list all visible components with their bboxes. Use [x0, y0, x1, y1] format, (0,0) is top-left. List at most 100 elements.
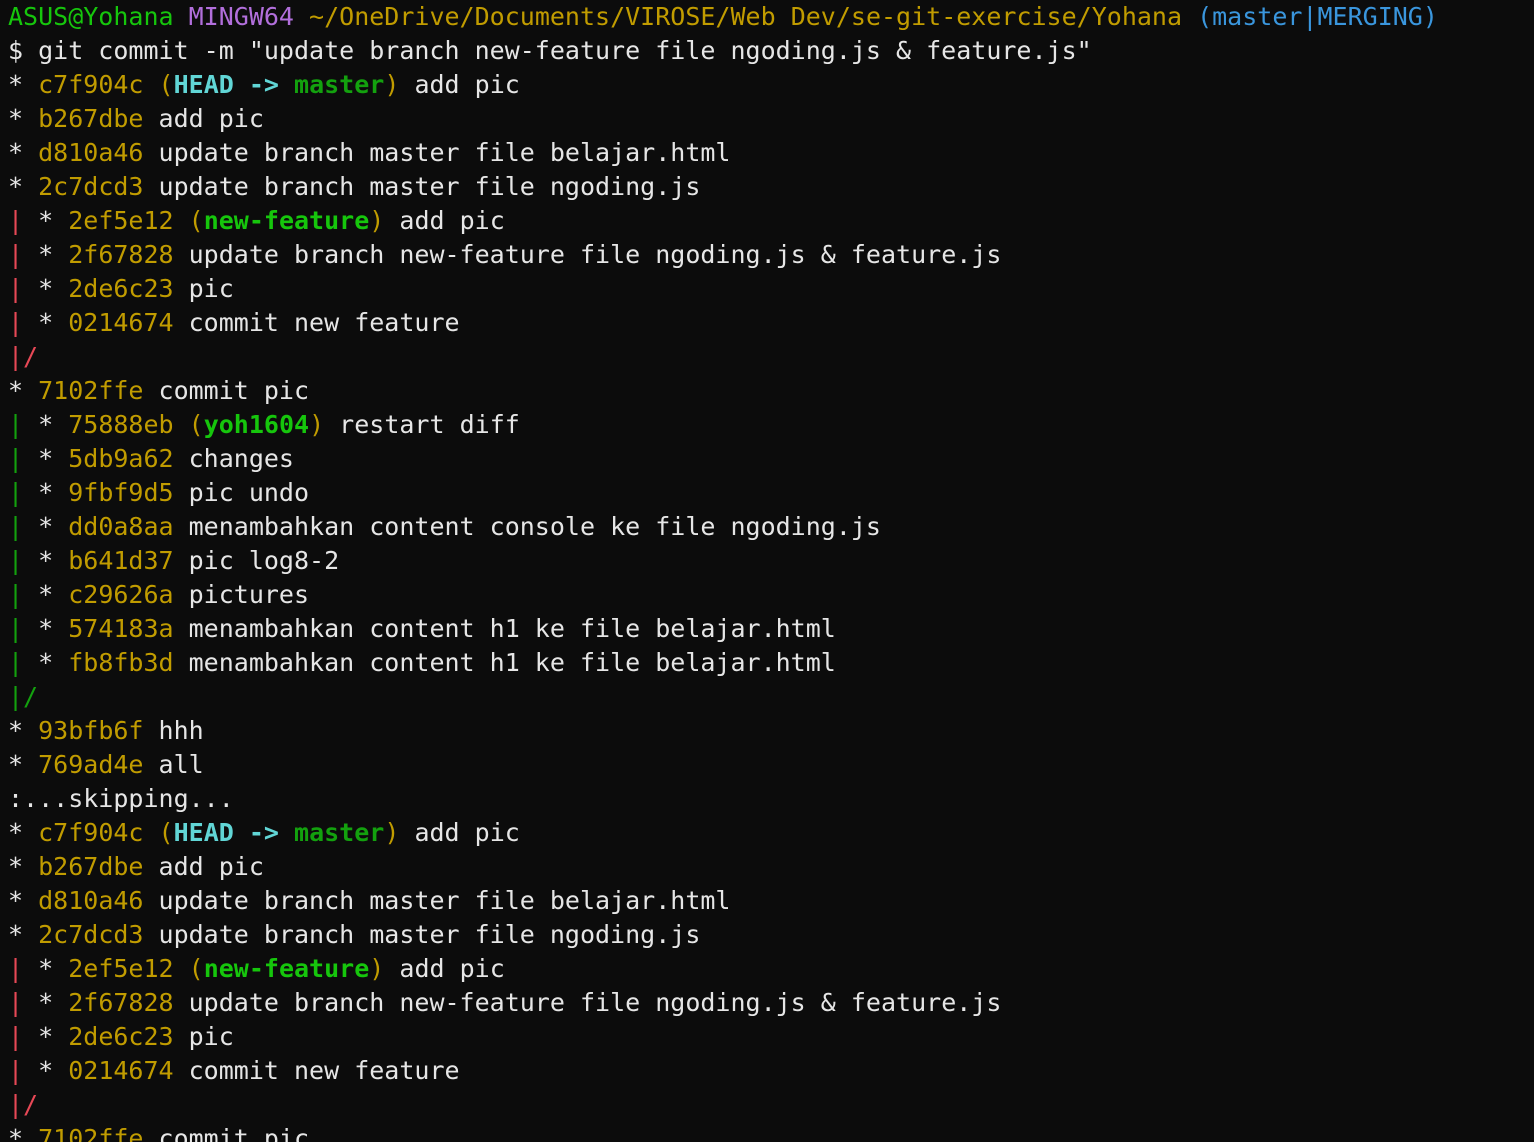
graph-edge: | [8, 580, 24, 609]
text-segment: pictures [173, 580, 310, 609]
commit-hash: 2ef5e12 [68, 206, 189, 235]
terminal-line: | * dd0a8aa menambahkan content console … [8, 510, 1528, 544]
text-segment: * [23, 546, 69, 575]
text-segment: * [8, 376, 39, 405]
text-segment: add pic [384, 954, 505, 983]
text-segment: pic undo [173, 478, 310, 507]
text-segment: * [23, 954, 69, 983]
text-segment: add pic [399, 818, 520, 847]
commit-hash: 5db9a62 [68, 444, 174, 473]
terminal-line: | * 2f67828 update branch new-feature fi… [8, 238, 1528, 272]
graph-edge: | [8, 410, 24, 439]
graph-edge: | [8, 478, 24, 507]
text-segment: pic [173, 274, 234, 303]
text-segment: update branch master file belajar.html [143, 886, 731, 915]
graph-edge: |/ [8, 342, 39, 371]
text-segment: * [8, 716, 39, 745]
terminal-line: * c7f904c (HEAD -> master) add pic [8, 816, 1528, 850]
graph-edge: | [8, 1056, 24, 1085]
text-segment: * [8, 920, 39, 949]
text-segment: pic log8-2 [173, 546, 340, 575]
commit-hash: 2c7dcd3 [38, 172, 144, 201]
text-segment: * [8, 750, 39, 779]
branch-ref: yoh1604 [203, 410, 310, 439]
graph-edge: | [8, 614, 24, 643]
terminal-line: * 2c7dcd3 update branch master file ngod… [8, 918, 1528, 952]
text-segment: commit new feature [173, 308, 460, 337]
terminal-line: :...skipping... [8, 782, 1528, 816]
commit-hash: 2de6c23 [68, 1022, 174, 1051]
head-ref: HEAD -> [173, 818, 295, 847]
text-segment: * [8, 1124, 39, 1142]
terminal-line: | * 2ef5e12 (new-feature) add pic [8, 952, 1528, 986]
text-segment: * [23, 410, 69, 439]
text-segment: * [23, 206, 69, 235]
terminal-line: | * 9fbf9d5 pic undo [8, 476, 1528, 510]
graph-edge: | [8, 648, 24, 677]
graph-edge: |/ [8, 682, 39, 711]
text-segment: pic [173, 1022, 234, 1051]
graph-edge: | [8, 240, 24, 269]
prompt-segment: ~/OneDrive/Documents/VIROSE/Web Dev/se-g… [309, 2, 1198, 31]
text-segment: all [143, 750, 204, 779]
commit-hash: 2f67828 [68, 240, 174, 269]
commit-hash: ) [309, 410, 325, 439]
text-segment: * [23, 444, 69, 473]
text-segment: commit pic [143, 1124, 310, 1142]
text-segment: menambahkan content h1 ke file belajar.h… [173, 614, 836, 643]
graph-edge: | [8, 444, 24, 473]
terminal-line: $ git commit -m "update branch new-featu… [8, 34, 1528, 68]
commit-hash: 9fbf9d5 [68, 478, 174, 507]
commit-hash: 93bfb6f [38, 716, 144, 745]
terminal-line: | * 0214674 commit new feature [8, 306, 1528, 340]
commit-hash: 7102ffe [38, 1124, 144, 1142]
terminal-line: |/ [8, 340, 1528, 374]
terminal-line: * c7f904c (HEAD -> master) add pic [8, 68, 1528, 102]
commit-hash: fb8fb3d [68, 648, 174, 677]
text-segment: menambahkan content h1 ke file belajar.h… [173, 648, 836, 677]
text-segment: add pic [384, 206, 505, 235]
commit-hash: ) [384, 70, 400, 99]
commit-hash: b641d37 [68, 546, 174, 575]
terminal-window[interactable]: ASUS@Yohana MINGW64 ~/OneDrive/Documents… [8, 0, 1528, 1142]
graph-edge: | [8, 988, 24, 1017]
commit-hash: b267dbe [38, 104, 144, 133]
text-segment: add pic [143, 104, 264, 133]
terminal-line: * 2c7dcd3 update branch master file ngod… [8, 170, 1528, 204]
terminal-line: | * 0214674 commit new feature [8, 1054, 1528, 1088]
text-segment: update branch master file ngoding.js [143, 920, 701, 949]
branch-ref: new-feature [203, 954, 370, 983]
commit-hash: 574183a [68, 614, 174, 643]
text-segment: * [23, 478, 69, 507]
commit-hash: 2f67828 [68, 988, 174, 1017]
commit-hash: c29626a [68, 580, 174, 609]
text-segment: menambahkan content console ke file ngod… [173, 512, 881, 541]
commit-hash: b267dbe [38, 852, 144, 881]
terminal-line: * d810a46 update branch master file bela… [8, 136, 1528, 170]
terminal-line: |/ [8, 680, 1528, 714]
text-segment: update branch master file ngoding.js [143, 172, 701, 201]
text-segment: update branch new-feature file ngoding.j… [173, 240, 1002, 269]
commit-hash: d810a46 [38, 886, 144, 915]
commit-hash: ( [158, 818, 174, 847]
text-segment: * [8, 818, 39, 847]
commit-hash: ) [384, 818, 400, 847]
commit-hash: c7f904c [38, 70, 159, 99]
terminal-line: | * 75888eb (yoh1604) restart diff [8, 408, 1528, 442]
text-segment: changes [173, 444, 294, 473]
text-segment: * [23, 988, 69, 1017]
text-segment: add pic [143, 852, 264, 881]
commit-hash: 7102ffe [38, 376, 144, 405]
graph-edge: | [8, 308, 24, 337]
commit-hash: ) [369, 206, 385, 235]
text-segment: * [23, 240, 69, 269]
prompt-segment: MINGW64 [188, 2, 310, 31]
text-segment: * [23, 308, 69, 337]
graph-edge: | [8, 546, 24, 575]
commit-hash: ( [158, 70, 174, 99]
terminal-line: | * fb8fb3d menambahkan content h1 ke fi… [8, 646, 1528, 680]
terminal-line: | * b641d37 pic log8-2 [8, 544, 1528, 578]
commit-hash: dd0a8aa [68, 512, 174, 541]
text-segment: * [8, 70, 39, 99]
terminal-line: * 769ad4e all [8, 748, 1528, 782]
